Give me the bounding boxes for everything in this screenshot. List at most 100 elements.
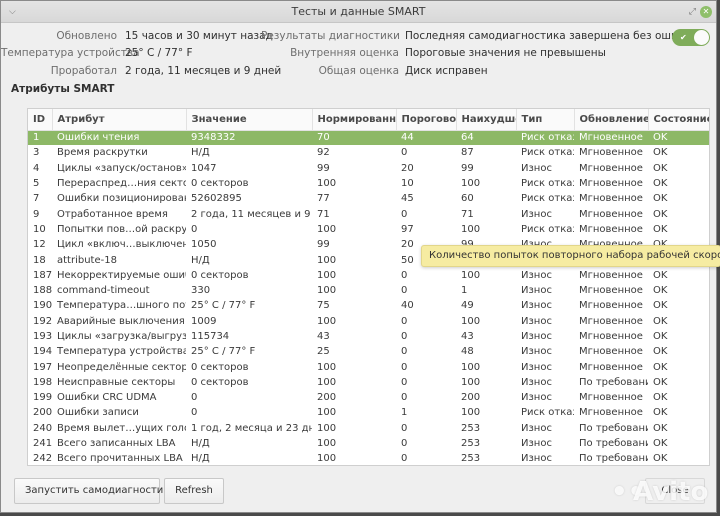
attr-id: 194	[33, 346, 52, 358]
restore-icon[interactable]: ⤢	[689, 1, 696, 23]
attr-type: Износ	[521, 376, 552, 388]
refresh-button[interactable]: Refresh	[164, 478, 224, 504]
attr-value: 52602895	[191, 193, 242, 205]
close-button[interactable]: Close	[645, 478, 705, 504]
attr-worst: 43	[461, 331, 474, 342]
attr-worst: 49	[461, 300, 474, 312]
table-row[interactable]: 187 Некорректируемые ошибки 0 секторов 100 0…	[28, 268, 709, 283]
attr-normalized: 200	[317, 392, 337, 404]
attr-value: 2 года, 11 месяцев и 9 дней	[191, 208, 312, 220]
attr-status: OK	[653, 193, 668, 205]
attr-normalized: 100	[317, 178, 337, 190]
attr-worst: 253	[461, 438, 481, 450]
column-header[interactable]: Значение	[186, 109, 313, 131]
table-row[interactable]: 197 Неопределённые секторы 0 секторов 100 0 1…	[28, 359, 709, 374]
info-label: Общая оценка	[318, 65, 399, 77]
attr-threshold: 0	[401, 453, 408, 465]
table-row[interactable]: 199 Ошибки CRC UDMA 0 200 0 200 Износ Мгновенно…	[28, 390, 709, 405]
column-header[interactable]: Атрибут	[52, 109, 187, 131]
attr-update: По требованию	[579, 376, 648, 388]
info-value: Пороговые значения не превышены	[405, 47, 606, 59]
attr-name: Аварийные выключения	[57, 315, 185, 327]
column-header[interactable]: Тип	[516, 109, 575, 131]
start-self-test-button[interactable]: Запустить самодиагностику	[14, 478, 175, 504]
table-row[interactable]: 200 Ошибки записи 0 100 1 100 Риск отказа Мгнов…	[28, 405, 709, 420]
attr-update: Мгновенное	[579, 269, 643, 281]
attr-name: Температура устройства	[57, 346, 186, 358]
attr-update: По требованию	[579, 453, 648, 465]
table-row[interactable]: 198 Неисправные секторы 0 секторов 100 0 100 И…	[28, 375, 709, 390]
attr-update: Мгновенное	[579, 300, 643, 312]
attr-status: OK	[653, 147, 668, 159]
table-row[interactable]: 192 Аварийные выключения 1009 100 0 100 Износ М…	[28, 314, 709, 329]
table-row[interactable]: 240 Время вылет…ущих головок 1 год, 2 меся…	[28, 421, 709, 436]
section-title: Атрибуты SMART	[11, 83, 115, 95]
attr-name: Ошибки позиционирования	[57, 193, 186, 205]
column-header[interactable]: ID	[28, 109, 53, 131]
close-icon[interactable]: ✕	[700, 6, 712, 18]
table-row[interactable]: 1Ошибки чтения9348332704464Риск отказаМг…	[28, 130, 709, 146]
attr-status: OK	[653, 162, 668, 174]
attr-id: 198	[33, 376, 52, 388]
chevron-down-icon[interactable]: ⌵	[9, 1, 16, 23]
table-row[interactable]: 190 Температура…шного потока 25° C / 77° F…	[28, 298, 709, 313]
attr-normalized: 100	[317, 315, 337, 327]
column-header[interactable]: Нормированное	[312, 109, 397, 131]
attr-type: Износ	[521, 162, 552, 174]
table-row[interactable]: 9 Отработанное время 2 года, 11 месяцев и …	[28, 206, 709, 221]
table-row[interactable]: 241 Всего записанных LBA Н/Д 100 0 253 Износ По…	[28, 436, 709, 451]
table-row[interactable]: 10 Попытки пов…ой раскрутки 0 100 97 100 Риск …	[28, 222, 709, 237]
attr-value: 330	[191, 285, 211, 297]
column-header[interactable]: Пороговое	[396, 109, 457, 131]
attr-value: Н/Д	[191, 147, 210, 159]
info-label: Обновлено	[56, 30, 117, 42]
attr-threshold: 0	[401, 208, 408, 220]
checkmark-icon: ✔	[680, 33, 687, 42]
attr-id: 192	[33, 315, 52, 327]
table-row[interactable]: 5 Перераспред…ния секторов 0 секторов 100 10…	[28, 176, 709, 191]
attr-status: OK	[653, 422, 668, 434]
attr-update: Мгновенное	[574, 130, 648, 146]
attr-normalized: 92	[317, 147, 330, 159]
attr-threshold: 0	[401, 376, 408, 388]
column-header[interactable]: Наихудшее	[456, 109, 517, 131]
attr-threshold: 10	[401, 178, 414, 190]
column-header[interactable]: Обновление	[574, 109, 649, 131]
smart-dialog: ⌵ Тесты и данные SMART ⤢ ✕ Обновлено 15 …	[0, 0, 720, 513]
table-row[interactable]: 242 Всего прочитанных LBA Н/Д 100 0 253 Износ П…	[28, 451, 709, 465]
attr-update: Мгновенное	[579, 193, 643, 205]
table-row[interactable]: 7 Ошибки позиционирования 52602895 77 45 60 Ри…	[28, 191, 709, 206]
table-row[interactable]: 188 command-timeout 330 100 0 1 Износ Мгновенно…	[28, 283, 709, 298]
attr-type: Износ	[521, 346, 552, 358]
table-row[interactable]: 4 Циклы «запуск/останов» 1047 99 20 99 Износ Мг…	[28, 161, 709, 176]
attr-worst: 100	[461, 407, 481, 419]
table-row[interactable]: 193 Циклы «загрузка/выгрузка» 115734 43 0 43 И…	[28, 329, 709, 344]
attr-name: attribute-18	[57, 254, 117, 266]
attr-normalized: 100	[317, 453, 337, 465]
attr-id: 9	[33, 208, 40, 220]
attr-status: OK	[653, 208, 668, 220]
attr-value: Н/Д	[191, 438, 210, 450]
attr-id: 188	[33, 285, 52, 297]
attr-type: Износ	[521, 392, 552, 404]
info-label: Температура устройства	[1, 47, 140, 59]
attr-normalized: 100	[317, 269, 337, 281]
smart-enable-toggle[interactable]: ✔	[672, 29, 710, 46]
attr-threshold: 0	[401, 147, 408, 159]
attr-status: OK	[653, 376, 668, 388]
table-row[interactable]: 3 Время раскрутки Н/Д 92 0 87 Риск отказа Мгнов…	[28, 145, 709, 160]
attr-worst: 64	[456, 130, 516, 146]
attr-status: OK	[653, 269, 668, 281]
attr-id: 193	[33, 331, 52, 342]
attr-normalized: 99	[317, 239, 330, 251]
attr-name: Цикл «включ…выключение»	[57, 239, 186, 251]
smart-attributes-table[interactable]: IDАтрибутЗначениеНормированноеПороговоеН…	[27, 108, 710, 466]
attr-normalized: 100	[317, 422, 337, 434]
table-row[interactable]: 194 Температура устройства 25° C / 77° F 25…	[28, 344, 709, 359]
attr-value: Н/Д	[191, 453, 210, 465]
attr-worst: 48	[461, 346, 474, 358]
attr-worst: 99	[461, 162, 474, 174]
column-header[interactable]: Состояние	[648, 109, 709, 131]
attr-value: 1 год, 2 месяца и 23 дня	[191, 422, 312, 434]
attr-threshold: 0	[401, 422, 408, 434]
